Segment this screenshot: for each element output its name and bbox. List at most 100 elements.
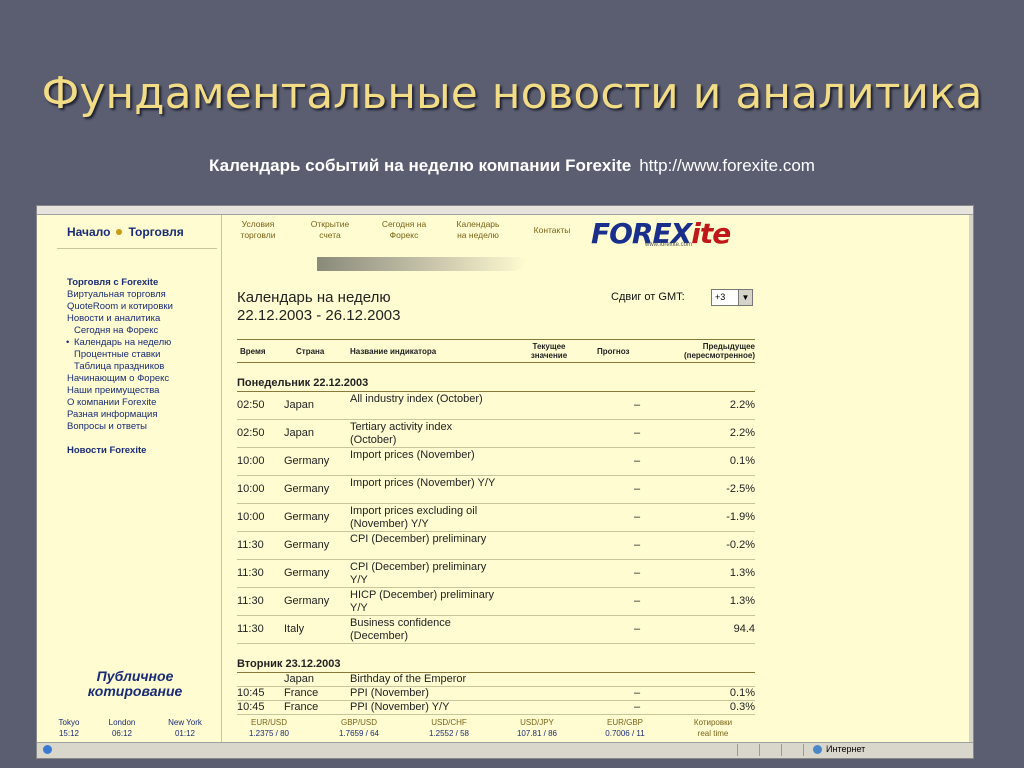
header-swoosh-graphic (317, 257, 527, 271)
pair-value: 1.2375 / 80 (248, 729, 290, 738)
menu-item-holidays[interactable]: Таблица праздников (67, 361, 173, 373)
page-heading: Календарь на неделю 22.12.2003 - 26.12.2… (237, 289, 400, 325)
gmt-label: Сдвиг от GMT: (611, 291, 685, 303)
currency-quote[interactable]: USD/JPY 107.81 / 86 (505, 717, 569, 739)
menu-item-calendar[interactable]: Календарь на неделю (66, 337, 173, 349)
cell-indicator: Import prices (November) Y/Y (350, 477, 496, 489)
globe-icon (813, 744, 822, 754)
day-header: Понедельник 22.12.2003 (237, 377, 755, 392)
forexite-site: Начало Торговля Торговля с Forexite Вирту… (37, 215, 969, 743)
menu-item-quoteroom[interactable]: QuoteRoom и котировки (67, 301, 173, 313)
menu-item-news[interactable]: Новости и аналитика (67, 313, 173, 325)
header-country: Страна (296, 347, 325, 356)
menu-item-forexite-news[interactable]: Новости Forexite (67, 445, 173, 457)
top-nav: Начало Торговля (67, 225, 184, 239)
table-row: 02:50 Japan All industry index (October)… (237, 392, 755, 420)
page-title: Календарь на неделю (237, 289, 391, 306)
cell-time: 11:30 (237, 595, 264, 607)
cell-indicator: Import prices excluding oil (November) Y… (350, 505, 478, 530)
cell-country: Germany (284, 567, 330, 579)
city-clock: London 06:12 (99, 717, 145, 739)
topmenu-open-account[interactable]: Открытие счета (307, 219, 353, 241)
city-time: 01:12 (174, 729, 196, 738)
pair-name: GBP/USD (340, 718, 377, 727)
menu-item-beginners[interactable]: Начинающим о Форекс (67, 373, 173, 385)
table-row: Japan Birthday of the Emperor (237, 673, 755, 687)
cell-time: 11:30 (237, 539, 264, 551)
cell-previous: 2.2% (729, 427, 755, 439)
cell-country: Germany (284, 455, 330, 467)
topmenu-label: торговли (240, 230, 276, 240)
forexite-logo[interactable]: FOREXite www.forexite.com (591, 215, 757, 255)
status-divider (781, 744, 782, 756)
topmenu-today[interactable]: Сегодня на Форекс (377, 219, 431, 241)
scrollbar[interactable] (969, 215, 973, 743)
nav-home-link[interactable]: Начало (67, 225, 110, 239)
pair-value: 0.7006 / 11 (605, 729, 645, 738)
cell-time: 10:45 (237, 701, 265, 713)
table-row: 10:45 France PPI (November) Y/Y – 0.3% (237, 701, 755, 715)
menu-item-misc[interactable]: Разная информация (67, 409, 173, 421)
public-quotes-link[interactable]: Публичное котирование (65, 669, 205, 699)
header-forecast: Прогноз (597, 347, 630, 356)
cell-forecast: – (634, 701, 641, 713)
menu-item-rates[interactable]: Процентные ставки (67, 349, 173, 361)
menu-item-today[interactable]: Сегодня на Форекс (67, 325, 173, 337)
divider (57, 248, 217, 249)
quotes-realtime-link[interactable]: Котировки real time (681, 717, 745, 739)
menu-item-advantages[interactable]: Наши преимущества (67, 385, 173, 397)
cell-indicator: Business confidence (December) (350, 617, 451, 642)
table-row: 10:00 Germany Import prices (November) Y… (237, 476, 755, 504)
topmenu-label: Сегодня на (381, 219, 427, 229)
currency-quote[interactable]: USD/CHF 1.2552 / 58 (417, 717, 481, 739)
logo-accent: ite (691, 217, 731, 250)
cell-indicator: CPI (December) preliminary Y/Y (350, 561, 487, 586)
cell-previous: 1.3% (729, 595, 755, 607)
gmt-select[interactable]: +3 ▼ (711, 289, 753, 306)
topmenu-label: на неделю (457, 230, 499, 240)
subtitle-url[interactable]: http://www.forexite.com (639, 156, 815, 175)
cell-country: Japan (284, 399, 314, 411)
chevron-down-icon[interactable]: ▼ (738, 290, 752, 305)
left-menu: Торговля с Forexite Виртуальная торговля… (66, 277, 173, 457)
nav-trading-link[interactable]: Торговля (128, 225, 183, 239)
cell-indicator: All industry index (October) (350, 393, 483, 405)
menu-item-faq[interactable]: Вопросы и ответы (67, 421, 173, 433)
menu-item-virtual[interactable]: Виртуальная торговля (67, 289, 173, 301)
cell-country: France (284, 701, 319, 713)
cell-indicator: Tertiary activity index (October) (350, 421, 453, 446)
topmenu-contacts[interactable]: Контакты (529, 225, 575, 236)
cell-previous: -0.2% (726, 539, 755, 551)
city-name: Tokyo (58, 718, 80, 727)
header-time: Время (240, 347, 266, 356)
topmenu-label: Условия (241, 219, 275, 229)
menu-item-about[interactable]: О компании Forexite (67, 397, 173, 409)
city-time: 15:12 (58, 729, 80, 738)
table-row: 10:45 France PPI (November) – 0.1% (237, 687, 755, 701)
menu-item-trading[interactable]: Торговля с Forexite (67, 277, 173, 289)
cell-previous: 1.3% (729, 567, 755, 579)
cell-indicator: CPI (December) preliminary (350, 533, 487, 545)
cell-previous: -2.5% (726, 483, 755, 495)
cell-time: 10:45 (237, 687, 265, 699)
cell-time: 11:30 (237, 567, 264, 579)
currency-quote[interactable]: EUR/GBP 0.7006 / 11 (593, 717, 657, 739)
gmt-value: +3 (715, 292, 726, 302)
topmenu-calendar[interactable]: Календарь на неделю (451, 219, 505, 241)
day-header: Вторник 23.12.2003 (237, 658, 755, 673)
currency-quote[interactable]: EUR/USD 1.2375 / 80 (237, 717, 301, 739)
header-previous-1: Предыдущее (702, 342, 755, 351)
cell-forecast: – (634, 399, 641, 411)
topmenu-label: счета (319, 230, 341, 240)
cell-time: 11:30 (237, 623, 264, 635)
table-row: 11:30 Germany HICP (December) preliminar… (237, 588, 755, 616)
topmenu-conditions[interactable]: Условия торговли (237, 219, 279, 241)
currency-quote[interactable]: GBP/USD 1.7659 / 64 (327, 717, 391, 739)
city-name: London (108, 718, 136, 727)
cell-country: Germany (284, 483, 330, 495)
pair-value: 1.7659 / 64 (338, 729, 380, 738)
cell-forecast: – (634, 455, 641, 467)
nav-dot-icon (116, 229, 123, 236)
cell-forecast: – (634, 623, 641, 635)
cell-forecast: – (634, 687, 641, 699)
